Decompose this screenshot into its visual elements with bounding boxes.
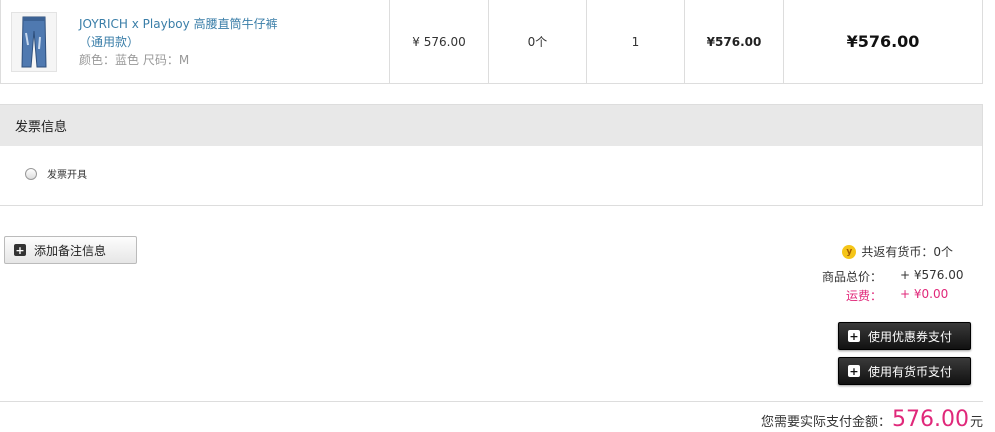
shipping-value: + ¥0.00 [900, 287, 949, 301]
subtotal-value: ¥576.00 [706, 34, 762, 49]
use-coin-pay-button[interactable]: + 使用有货币支付 [838, 357, 971, 385]
product-row: JOYRICH x Playboy 高腰直筒牛仔裤 （通用款） 颜色：蓝色 尺码… [0, 0, 983, 84]
unit-price-cell: ¥ 576.00 [390, 0, 489, 83]
shipping-line: 运费： + ¥0.00 [846, 287, 970, 304]
use-coupon-label: 使用优惠券支付 [868, 329, 953, 344]
shipping-label: 运费： [846, 289, 883, 303]
product-cell: JOYRICH x Playboy 高腰直筒牛仔裤 （通用款） 颜色：蓝色 尺码… [1, 0, 390, 83]
coin-return-line: y 共返有货币：0个 [842, 243, 953, 260]
subtotal-cell: ¥576.00 [685, 0, 784, 83]
product-name-link[interactable]: JOYRICH x Playboy 高腰直筒牛仔裤 [79, 15, 278, 33]
payment-total-line: 您需要实际支付金额： 576.00 元 [761, 407, 983, 432]
invoice-header: 发票信息 [0, 105, 982, 146]
payment-unit: 元 [969, 415, 983, 430]
use-coupon-button[interactable]: + 使用优惠券支付 [838, 322, 971, 350]
goods-total-line: 商品总价： + ¥576.00 [822, 268, 970, 285]
payment-label: 您需要实际支付金额： [760, 415, 891, 430]
unit-price: ¥ 576.00 [412, 34, 466, 49]
plus-icon: + [848, 364, 860, 378]
add-remark-label: 添加备注信息 [34, 243, 107, 258]
plus-icon: + [14, 243, 26, 257]
total-cell: ¥576.00 [784, 0, 982, 83]
invoice-section: 发票信息 发票开具 [0, 104, 983, 206]
coin-icon: y [842, 244, 857, 259]
quantity-cell: 1 [587, 0, 685, 83]
coin-return-text: 共返有货币：0个 [861, 245, 953, 259]
product-name-suffix[interactable]: （通用款） [79, 33, 278, 51]
jeans-image-icon [21, 16, 47, 67]
divider [0, 401, 983, 402]
add-remark-button[interactable]: + 添加备注信息 [4, 236, 137, 264]
product-info: JOYRICH x Playboy 高腰直筒牛仔裤 （通用款） 颜色：蓝色 尺码… [79, 15, 278, 69]
use-coin-pay-label: 使用有货币支付 [868, 364, 953, 379]
plus-icon: + [848, 329, 860, 343]
goods-total-value: + ¥576.00 [900, 268, 964, 282]
goods-total-label: 商品总价： [822, 270, 883, 284]
invoice-option-label[interactable]: 发票开具 [47, 166, 87, 181]
payment-amount: 576.00 [892, 407, 969, 432]
quantity-value: 1 [631, 34, 640, 49]
invoice-radio[interactable] [25, 167, 37, 180]
coins-cell: 0个 [489, 0, 587, 83]
product-thumbnail[interactable] [11, 11, 57, 72]
total-value: ¥576.00 [846, 32, 920, 51]
product-attributes: 颜色：蓝色 尺码：M [79, 52, 190, 67]
coins-value: 0个 [527, 35, 548, 49]
invoice-options: 发票开具 [0, 146, 982, 181]
invoice-title: 发票信息 [15, 120, 68, 135]
